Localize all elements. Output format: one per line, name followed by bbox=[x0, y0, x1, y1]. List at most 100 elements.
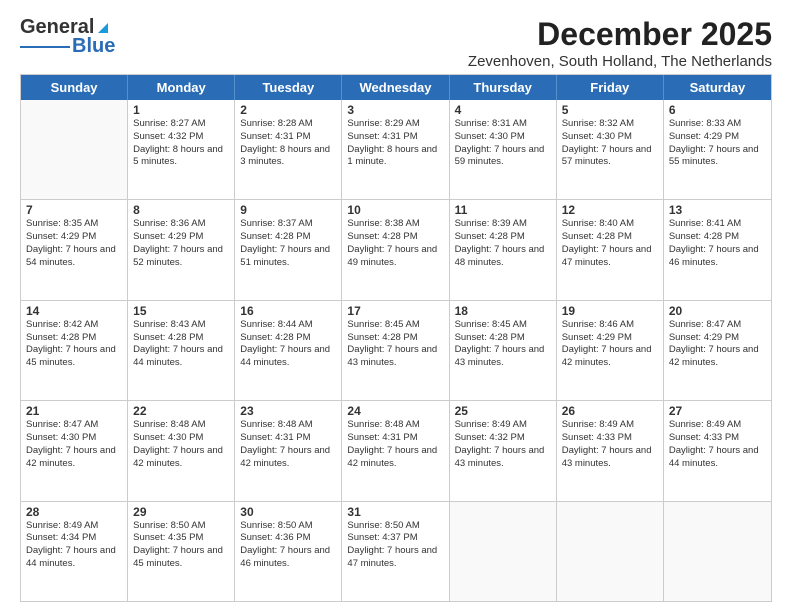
day-number: 13 bbox=[669, 203, 766, 217]
day-number: 26 bbox=[562, 404, 658, 418]
cell-info: Sunrise: 8:41 AMSunset: 4:28 PMDaylight:… bbox=[669, 218, 766, 269]
calendar-cell-r2-c1: 15Sunrise: 8:43 AMSunset: 4:28 PMDayligh… bbox=[128, 301, 235, 400]
cell-info: Sunrise: 8:50 AMSunset: 4:36 PMDaylight:… bbox=[240, 520, 336, 571]
day-number: 23 bbox=[240, 404, 336, 418]
day-number: 6 bbox=[669, 103, 766, 117]
calendar-cell-r0-c4: 4Sunrise: 8:31 AMSunset: 4:30 PMDaylight… bbox=[450, 100, 557, 199]
cell-info: Sunrise: 8:31 AMSunset: 4:30 PMDaylight:… bbox=[455, 118, 551, 169]
calendar-cell-r0-c3: 3Sunrise: 8:29 AMSunset: 4:31 PMDaylight… bbox=[342, 100, 449, 199]
cell-info: Sunrise: 8:47 AMSunset: 4:30 PMDaylight:… bbox=[26, 419, 122, 470]
header: General Blue December 2025 Zevenhoven, S… bbox=[20, 16, 772, 70]
day-number: 14 bbox=[26, 304, 122, 318]
logo-triangle-icon bbox=[94, 19, 112, 37]
day-number: 3 bbox=[347, 103, 443, 117]
calendar-body: 1Sunrise: 8:27 AMSunset: 4:32 PMDaylight… bbox=[21, 100, 771, 601]
cell-info: Sunrise: 8:38 AMSunset: 4:28 PMDaylight:… bbox=[347, 218, 443, 269]
cell-info: Sunrise: 8:40 AMSunset: 4:28 PMDaylight:… bbox=[562, 218, 658, 269]
day-number: 17 bbox=[347, 304, 443, 318]
day-number: 28 bbox=[26, 505, 122, 519]
day-number: 15 bbox=[133, 304, 229, 318]
calendar-cell-r1-c4: 11Sunrise: 8:39 AMSunset: 4:28 PMDayligh… bbox=[450, 200, 557, 299]
cell-info: Sunrise: 8:48 AMSunset: 4:31 PMDaylight:… bbox=[347, 419, 443, 470]
calendar-cell-r0-c6: 6Sunrise: 8:33 AMSunset: 4:29 PMDaylight… bbox=[664, 100, 771, 199]
calendar: SundayMondayTuesdayWednesdayThursdayFrid… bbox=[20, 74, 772, 602]
calendar-cell-r0-c2: 2Sunrise: 8:28 AMSunset: 4:31 PMDaylight… bbox=[235, 100, 342, 199]
calendar-cell-r3-c4: 25Sunrise: 8:49 AMSunset: 4:32 PMDayligh… bbox=[450, 401, 557, 500]
cell-info: Sunrise: 8:48 AMSunset: 4:30 PMDaylight:… bbox=[133, 419, 229, 470]
weekday-header-saturday: Saturday bbox=[664, 75, 771, 100]
calendar-cell-r2-c6: 20Sunrise: 8:47 AMSunset: 4:29 PMDayligh… bbox=[664, 301, 771, 400]
day-number: 7 bbox=[26, 203, 122, 217]
day-number: 1 bbox=[133, 103, 229, 117]
calendar-cell-r2-c3: 17Sunrise: 8:45 AMSunset: 4:28 PMDayligh… bbox=[342, 301, 449, 400]
calendar-cell-r1-c6: 13Sunrise: 8:41 AMSunset: 4:28 PMDayligh… bbox=[664, 200, 771, 299]
cell-info: Sunrise: 8:37 AMSunset: 4:28 PMDaylight:… bbox=[240, 218, 336, 269]
day-number: 20 bbox=[669, 304, 766, 318]
day-number: 27 bbox=[669, 404, 766, 418]
calendar-row-4: 28Sunrise: 8:49 AMSunset: 4:34 PMDayligh… bbox=[21, 501, 771, 601]
weekday-header-tuesday: Tuesday bbox=[235, 75, 342, 100]
day-number: 19 bbox=[562, 304, 658, 318]
day-number: 5 bbox=[562, 103, 658, 117]
day-number: 12 bbox=[562, 203, 658, 217]
calendar-cell-r1-c0: 7Sunrise: 8:35 AMSunset: 4:29 PMDaylight… bbox=[21, 200, 128, 299]
calendar-cell-r2-c5: 19Sunrise: 8:46 AMSunset: 4:29 PMDayligh… bbox=[557, 301, 664, 400]
logo: General Blue bbox=[20, 16, 115, 58]
cell-info: Sunrise: 8:32 AMSunset: 4:30 PMDaylight:… bbox=[562, 118, 658, 169]
calendar-cell-r0-c1: 1Sunrise: 8:27 AMSunset: 4:32 PMDaylight… bbox=[128, 100, 235, 199]
cell-info: Sunrise: 8:43 AMSunset: 4:28 PMDaylight:… bbox=[133, 319, 229, 370]
title-area: December 2025 Zevenhoven, South Holland,… bbox=[468, 16, 772, 70]
cell-info: Sunrise: 8:28 AMSunset: 4:31 PMDaylight:… bbox=[240, 118, 336, 169]
cell-info: Sunrise: 8:46 AMSunset: 4:29 PMDaylight:… bbox=[562, 319, 658, 370]
cell-info: Sunrise: 8:45 AMSunset: 4:28 PMDaylight:… bbox=[455, 319, 551, 370]
cell-info: Sunrise: 8:36 AMSunset: 4:29 PMDaylight:… bbox=[133, 218, 229, 269]
cell-info: Sunrise: 8:50 AMSunset: 4:37 PMDaylight:… bbox=[347, 520, 443, 571]
cell-info: Sunrise: 8:39 AMSunset: 4:28 PMDaylight:… bbox=[455, 218, 551, 269]
cell-info: Sunrise: 8:33 AMSunset: 4:29 PMDaylight:… bbox=[669, 118, 766, 169]
calendar-cell-r3-c5: 26Sunrise: 8:49 AMSunset: 4:33 PMDayligh… bbox=[557, 401, 664, 500]
day-number: 21 bbox=[26, 404, 122, 418]
calendar-cell-r0-c0 bbox=[21, 100, 128, 199]
day-number: 29 bbox=[133, 505, 229, 519]
calendar-row-1: 7Sunrise: 8:35 AMSunset: 4:29 PMDaylight… bbox=[21, 199, 771, 299]
calendar-cell-r3-c3: 24Sunrise: 8:48 AMSunset: 4:31 PMDayligh… bbox=[342, 401, 449, 500]
calendar-cell-r1-c1: 8Sunrise: 8:36 AMSunset: 4:29 PMDaylight… bbox=[128, 200, 235, 299]
calendar-cell-r3-c1: 22Sunrise: 8:48 AMSunset: 4:30 PMDayligh… bbox=[128, 401, 235, 500]
cell-info: Sunrise: 8:47 AMSunset: 4:29 PMDaylight:… bbox=[669, 319, 766, 370]
weekday-header-wednesday: Wednesday bbox=[342, 75, 449, 100]
calendar-cell-r2-c0: 14Sunrise: 8:42 AMSunset: 4:28 PMDayligh… bbox=[21, 301, 128, 400]
calendar-row-3: 21Sunrise: 8:47 AMSunset: 4:30 PMDayligh… bbox=[21, 400, 771, 500]
calendar-cell-r3-c0: 21Sunrise: 8:47 AMSunset: 4:30 PMDayligh… bbox=[21, 401, 128, 500]
cell-info: Sunrise: 8:49 AMSunset: 4:33 PMDaylight:… bbox=[669, 419, 766, 470]
day-number: 22 bbox=[133, 404, 229, 418]
cell-info: Sunrise: 8:49 AMSunset: 4:34 PMDaylight:… bbox=[26, 520, 122, 571]
calendar-cell-r1-c3: 10Sunrise: 8:38 AMSunset: 4:28 PMDayligh… bbox=[342, 200, 449, 299]
day-number: 4 bbox=[455, 103, 551, 117]
weekday-header-friday: Friday bbox=[557, 75, 664, 100]
day-number: 11 bbox=[455, 203, 551, 217]
calendar-cell-r1-c2: 9Sunrise: 8:37 AMSunset: 4:28 PMDaylight… bbox=[235, 200, 342, 299]
calendar-cell-r3-c2: 23Sunrise: 8:48 AMSunset: 4:31 PMDayligh… bbox=[235, 401, 342, 500]
weekday-header-monday: Monday bbox=[128, 75, 235, 100]
day-number: 24 bbox=[347, 404, 443, 418]
day-number: 16 bbox=[240, 304, 336, 318]
cell-info: Sunrise: 8:42 AMSunset: 4:28 PMDaylight:… bbox=[26, 319, 122, 370]
calendar-cell-r2-c2: 16Sunrise: 8:44 AMSunset: 4:28 PMDayligh… bbox=[235, 301, 342, 400]
day-number: 30 bbox=[240, 505, 336, 519]
cell-info: Sunrise: 8:27 AMSunset: 4:32 PMDaylight:… bbox=[133, 118, 229, 169]
month-title: December 2025 bbox=[468, 16, 772, 53]
cell-info: Sunrise: 8:48 AMSunset: 4:31 PMDaylight:… bbox=[240, 419, 336, 470]
calendar-cell-r4-c1: 29Sunrise: 8:50 AMSunset: 4:35 PMDayligh… bbox=[128, 502, 235, 601]
calendar-cell-r1-c5: 12Sunrise: 8:40 AMSunset: 4:28 PMDayligh… bbox=[557, 200, 664, 299]
calendar-row-0: 1Sunrise: 8:27 AMSunset: 4:32 PMDaylight… bbox=[21, 100, 771, 199]
cell-info: Sunrise: 8:35 AMSunset: 4:29 PMDaylight:… bbox=[26, 218, 122, 269]
calendar-cell-r4-c3: 31Sunrise: 8:50 AMSunset: 4:37 PMDayligh… bbox=[342, 502, 449, 601]
cell-info: Sunrise: 8:50 AMSunset: 4:35 PMDaylight:… bbox=[133, 520, 229, 571]
calendar-cell-r4-c2: 30Sunrise: 8:50 AMSunset: 4:36 PMDayligh… bbox=[235, 502, 342, 601]
calendar-cell-r4-c4 bbox=[450, 502, 557, 601]
cell-info: Sunrise: 8:49 AMSunset: 4:32 PMDaylight:… bbox=[455, 419, 551, 470]
day-number: 31 bbox=[347, 505, 443, 519]
day-number: 25 bbox=[455, 404, 551, 418]
logo-blue: Blue bbox=[72, 35, 115, 58]
day-number: 8 bbox=[133, 203, 229, 217]
